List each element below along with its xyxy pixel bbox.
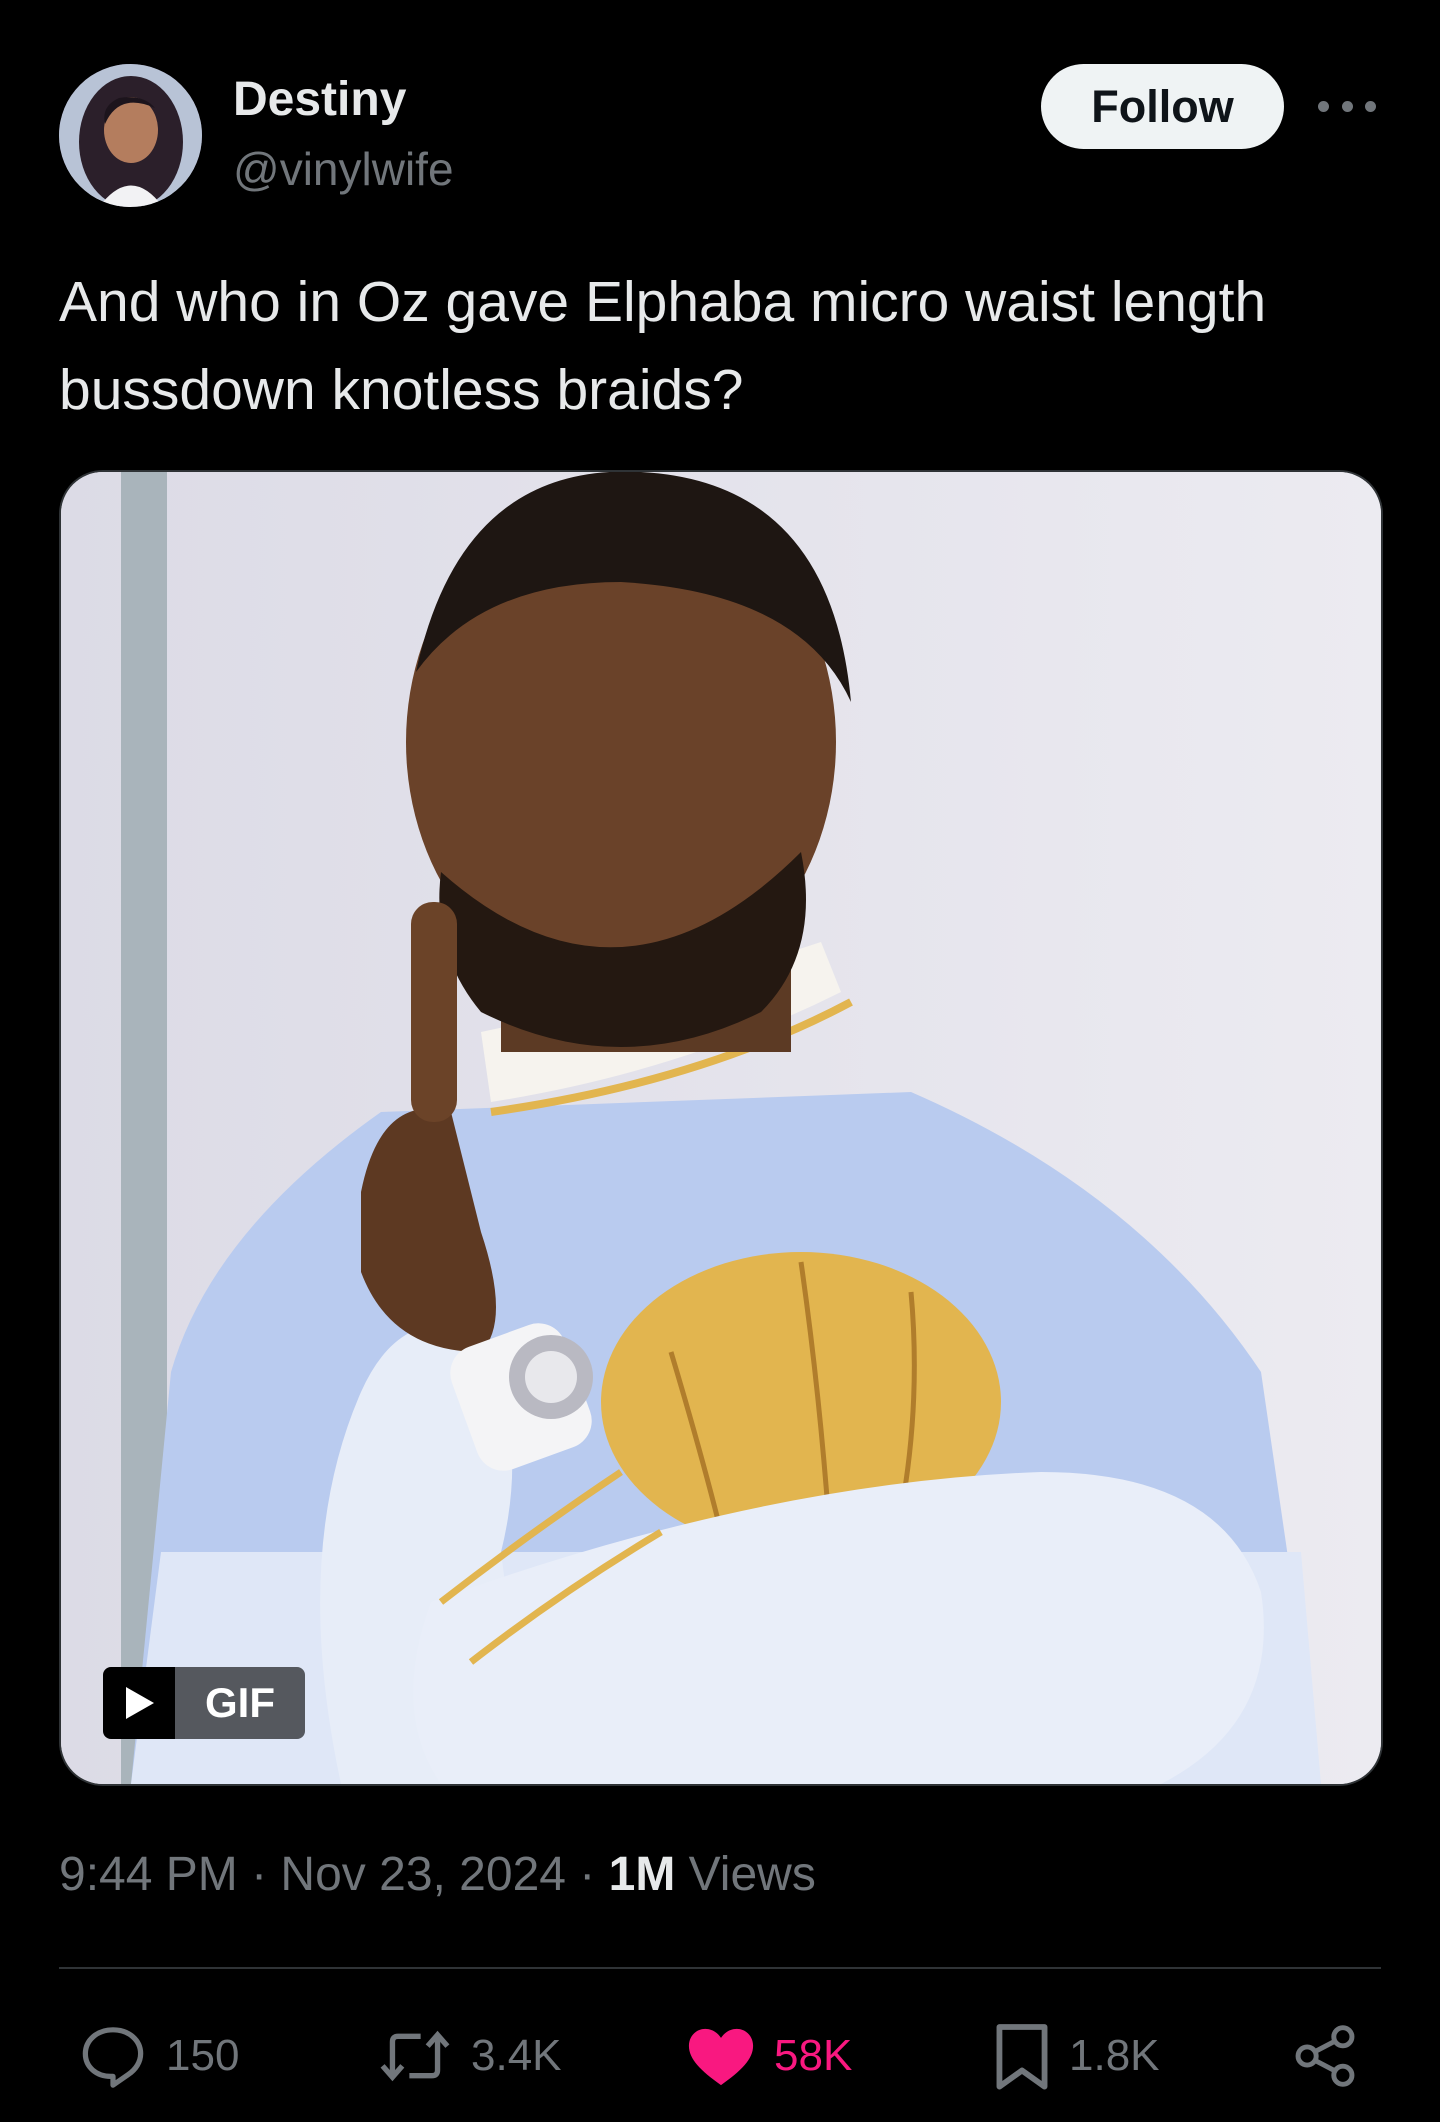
- gif-badge[interactable]: GIF: [103, 1667, 305, 1739]
- display-name[interactable]: Destiny: [233, 72, 406, 128]
- action-bar: 150 3.4K 58K 1.8K: [0, 2020, 1440, 2092]
- reply-button[interactable]: 150: [78, 2020, 239, 2092]
- divider: [59, 1967, 1381, 1969]
- tweet-date[interactable]: Nov 23, 2024: [280, 1848, 566, 1901]
- more-icon[interactable]: [1318, 88, 1376, 124]
- avatar-image: [59, 64, 202, 207]
- bookmark-button[interactable]: 1.8K: [993, 2020, 1160, 2092]
- tweet-media-gif[interactable]: [59, 470, 1383, 1786]
- tweet-time[interactable]: 9:44 PM: [59, 1848, 238, 1901]
- views-label: Views: [688, 1848, 816, 1901]
- like-count: 58K: [774, 2031, 853, 2080]
- share-button[interactable]: [1292, 2020, 1358, 2092]
- avatar[interactable]: [59, 64, 202, 207]
- meta-separator: ·: [565, 1848, 609, 1901]
- bookmark-icon: [996, 2024, 1048, 2090]
- views-count: 1M: [608, 1848, 676, 1901]
- gif-image: [61, 472, 1381, 1784]
- repost-button[interactable]: 3.4K: [377, 2020, 562, 2092]
- like-icon: [688, 2028, 754, 2086]
- user-handle[interactable]: @vinylwife: [233, 141, 454, 197]
- gif-label: GIF: [175, 1667, 305, 1739]
- like-button[interactable]: 58K: [686, 2020, 852, 2092]
- repost-count: 3.4K: [471, 2031, 562, 2080]
- repost-icon: [380, 2030, 450, 2082]
- bookmark-count: 1.8K: [1069, 2031, 1160, 2080]
- share-icon: [1295, 2025, 1355, 2087]
- tweet-meta: 9:44 PM · Nov 23, 2024 · 1M Views: [59, 1845, 816, 1905]
- meta-separator: ·: [237, 1848, 281, 1901]
- tweet-text: And who in Oz gave Elphaba micro waist l…: [59, 270, 1267, 422]
- follow-button[interactable]: Follow: [1041, 64, 1284, 149]
- reply-icon: [82, 2027, 144, 2088]
- reply-count: 150: [166, 2031, 240, 2080]
- play-icon[interactable]: [103, 1667, 175, 1739]
